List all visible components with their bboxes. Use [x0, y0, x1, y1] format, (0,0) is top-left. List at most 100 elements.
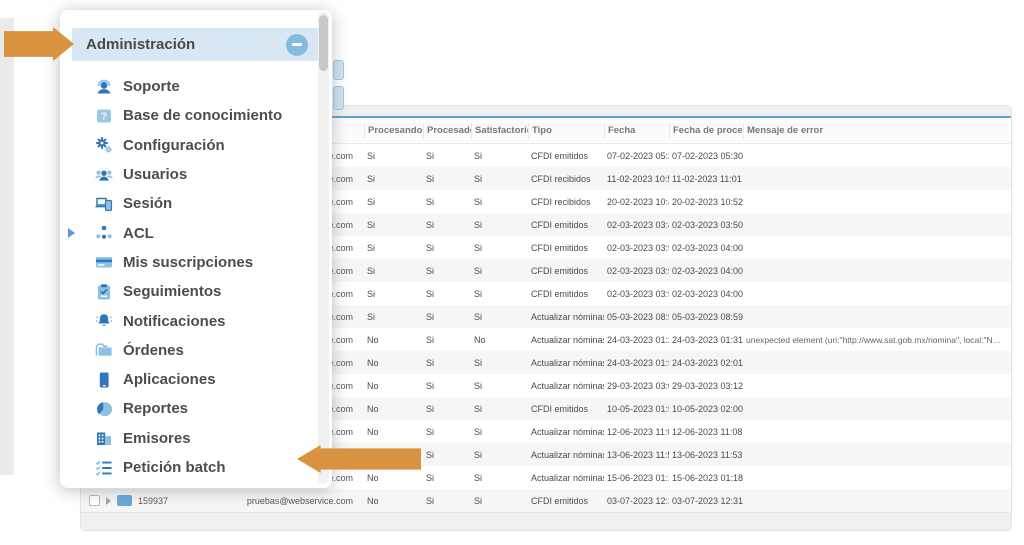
row-procesado: Si [423, 450, 471, 460]
table-row[interactable]: 159937pruebas@webservice.comNoSiSiCFDI e… [81, 489, 1011, 512]
row-procesando: Si [364, 243, 423, 253]
row-expand-icon[interactable] [106, 497, 111, 505]
menu-item-label: Reportes [123, 400, 188, 417]
row-satisfactorio: Si [471, 174, 528, 184]
row-procesando: Si [364, 289, 423, 299]
menu-item-notifications[interactable]: Notificaciones [60, 306, 310, 335]
applications-icon [94, 370, 114, 390]
reports-icon [94, 399, 114, 419]
row-procesado: Si [423, 151, 471, 161]
row-procesado: Si [423, 174, 471, 184]
row-fecha-proceso: 05-03-2023 08:59 [669, 312, 743, 322]
row-fecha-proceso: 03-07-2023 12:31 [669, 496, 743, 506]
batch-request-icon [94, 458, 114, 478]
menu-item-orders[interactable]: Órdenes [60, 336, 310, 365]
users-icon [94, 165, 114, 185]
menu-title: Administración [72, 36, 286, 53]
menu-item-batch-request[interactable]: Petición batch [60, 453, 310, 482]
menu-item-subscriptions[interactable]: Mis suscripciones [60, 248, 310, 277]
menu-header-bar: Administración [72, 28, 318, 61]
collapse-minus-icon[interactable] [286, 34, 308, 56]
menu-item-knowledge-base[interactable]: ?Base de conocimiento [60, 101, 310, 130]
row-procesado: Si [423, 266, 471, 276]
row-procesando: Si [364, 266, 423, 276]
column-header[interactable]: Procesando [364, 123, 423, 139]
followups-icon [94, 282, 114, 302]
hidden-button-fragment [333, 86, 344, 110]
row-fecha: 20-02-2023 10:44 [604, 197, 669, 207]
row-procesando: Si [364, 174, 423, 184]
row-tipo: Actualizar nóminas [528, 335, 604, 345]
menu-item-settings[interactable]: Configuración [60, 131, 310, 160]
administration-menu-popup: Administración Soporte?Base de conocimie… [60, 10, 332, 488]
menu-scrollbar-thumb[interactable] [319, 15, 328, 71]
menu-scrollbar[interactable] [318, 12, 329, 484]
row-tipo: Actualizar nóminas [528, 358, 604, 368]
row-tipo: CFDI emitidos [528, 496, 604, 506]
column-header[interactable]: Fecha de proceso [669, 123, 743, 139]
row-procesando: No [364, 358, 423, 368]
row-procesado: Si [423, 243, 471, 253]
row-procesando: No [364, 496, 423, 506]
menu-item-session[interactable]: Sesión [60, 189, 310, 218]
row-procesando: Si [364, 151, 423, 161]
row-procesando: Si [364, 312, 423, 322]
menu-item-users[interactable]: Usuarios [60, 160, 310, 189]
row-procesando: No [364, 335, 423, 345]
row-tipo: CFDI emitidos [528, 404, 604, 414]
row-fecha-proceso: 24-03-2023 02:01 [669, 358, 743, 368]
row-satisfactorio: Si [471, 243, 528, 253]
row-tipo: CFDI emitidos [528, 266, 604, 276]
row-fecha-proceso: 02-03-2023 03:50 [669, 220, 743, 230]
row-tipo: CFDI emitidos [528, 289, 604, 299]
menu-item-label: Órdenes [123, 342, 184, 359]
row-procesando: Si [364, 197, 423, 207]
row-type-icon [117, 495, 132, 506]
issuers-icon [94, 428, 114, 448]
row-procesando: No [364, 404, 423, 414]
row-fecha-proceso: 15-06-2023 01:18 [669, 473, 743, 483]
row-fecha: 05-03-2023 08:52 [604, 312, 669, 322]
menu-item-support[interactable]: Soporte [60, 72, 310, 101]
row-procesado: Si [423, 220, 471, 230]
row-procesado: Si [423, 496, 471, 506]
row-satisfactorio: Si [471, 266, 528, 276]
menu-item-followups[interactable]: Seguimientos [60, 277, 310, 306]
row-fecha: 24-03-2023 01:21 [604, 335, 669, 345]
orders-icon [94, 340, 114, 360]
menu-item-list: Soporte?Base de conocimientoConfiguració… [60, 72, 310, 482]
grid-footer-bar [81, 512, 1011, 531]
row-procesado: Si [423, 289, 471, 299]
menu-item-label: Mis suscripciones [123, 254, 253, 271]
column-header[interactable]: Mensaje de error [743, 123, 1011, 139]
row-procesado: Si [423, 427, 471, 437]
column-header[interactable]: Satisfactorio [471, 123, 528, 139]
expand-arrow-icon[interactable] [68, 228, 75, 238]
row-procesando: Si [364, 220, 423, 230]
row-tipo: CFDI recibidos [528, 197, 604, 207]
row-satisfactorio: Si [471, 197, 528, 207]
row-procesado: Si [423, 381, 471, 391]
acl-icon [94, 223, 114, 243]
column-header[interactable]: Tipo [528, 123, 604, 139]
notifications-icon [94, 311, 114, 331]
row-left-controls: 159937 [89, 489, 168, 512]
row-fecha-proceso: 02-03-2023 04:00 [669, 289, 743, 299]
row-folio: 159937 [138, 496, 168, 506]
menu-item-reports[interactable]: Reportes [60, 394, 310, 423]
menu-item-label: Notificaciones [123, 313, 226, 330]
row-fecha: 02-03-2023 03:43 [604, 220, 669, 230]
row-tipo: Actualizar nóminas [528, 473, 604, 483]
hidden-button-fragment [333, 60, 344, 80]
menu-item-label: Sesión [123, 195, 172, 212]
menu-item-label: Petición batch [123, 459, 226, 476]
subscriptions-icon [94, 252, 114, 272]
menu-item-issuers[interactable]: Emisores [60, 424, 310, 453]
menu-item-label: ACL [123, 225, 154, 242]
menu-item-applications[interactable]: Aplicaciones [60, 365, 310, 394]
row-fecha: 02-03-2023 03:52 [604, 266, 669, 276]
row-checkbox[interactable] [89, 495, 100, 506]
menu-item-acl[interactable]: ACL [60, 218, 310, 247]
column-header[interactable]: Fecha [604, 123, 669, 139]
column-header[interactable]: Procesado [423, 123, 471, 139]
